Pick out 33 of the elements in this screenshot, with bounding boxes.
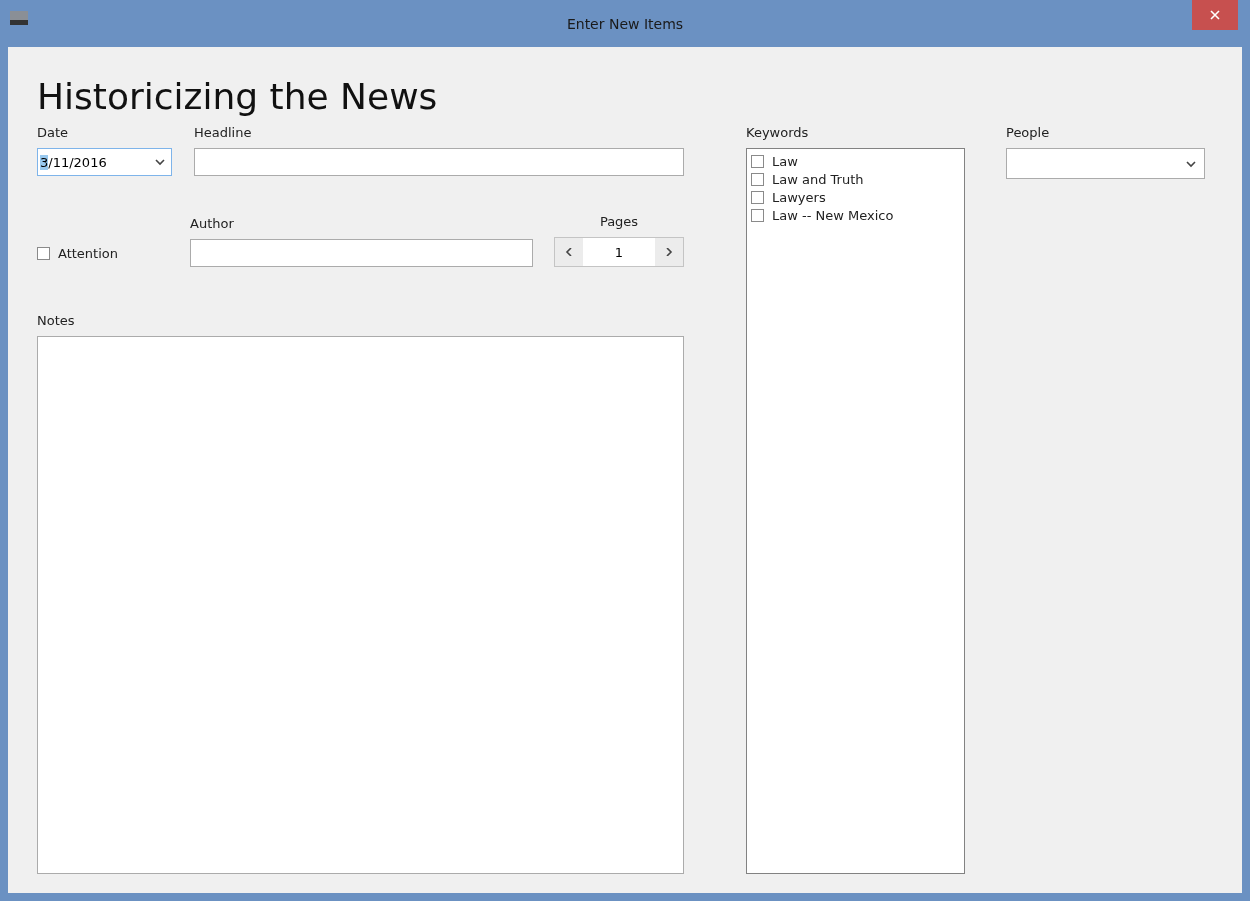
keyword-item[interactable]: Lawyers	[751, 190, 960, 205]
people-dropdown[interactable]	[1006, 148, 1205, 179]
checkbox[interactable]	[751, 155, 764, 168]
chevron-right-icon	[664, 248, 674, 256]
checkbox[interactable]	[37, 247, 50, 260]
increment-button[interactable]	[655, 238, 683, 266]
field-label: Date	[37, 125, 70, 140]
field-label: Keywords	[746, 125, 810, 140]
chevron-left-icon	[564, 248, 574, 256]
close-button[interactable]	[1192, 0, 1238, 30]
keyword-item[interactable]: Law -- New Mexico	[751, 208, 960, 223]
decrement-button[interactable]	[555, 238, 583, 266]
author-field[interactable]	[190, 239, 533, 267]
field-label: Headline	[194, 125, 253, 140]
page-heading: Historicizing the News	[37, 75, 439, 119]
close-icon	[1210, 10, 1220, 20]
pages-spinner[interactable]: 1	[554, 237, 684, 267]
field-label: People	[1006, 125, 1051, 140]
headline-field[interactable]	[194, 148, 684, 176]
field-label: Author	[190, 216, 235, 231]
date-picker[interactable]: 3/11/2016	[37, 148, 172, 176]
window-title: Enter New Items	[566, 15, 684, 32]
keyword-item[interactable]: Law and Truth	[751, 172, 960, 187]
pages-value: 1	[613, 244, 625, 260]
field-label: Notes	[37, 313, 76, 328]
checkbox[interactable]	[751, 191, 764, 204]
attention-checkbox[interactable]: Attention	[37, 246, 190, 261]
app-icon	[10, 11, 28, 25]
field-label: Pages	[599, 214, 639, 229]
checkbox[interactable]	[751, 173, 764, 186]
notes-field[interactable]	[37, 336, 684, 874]
checkbox[interactable]	[751, 209, 764, 222]
keyword-item[interactable]: Law	[751, 154, 960, 169]
